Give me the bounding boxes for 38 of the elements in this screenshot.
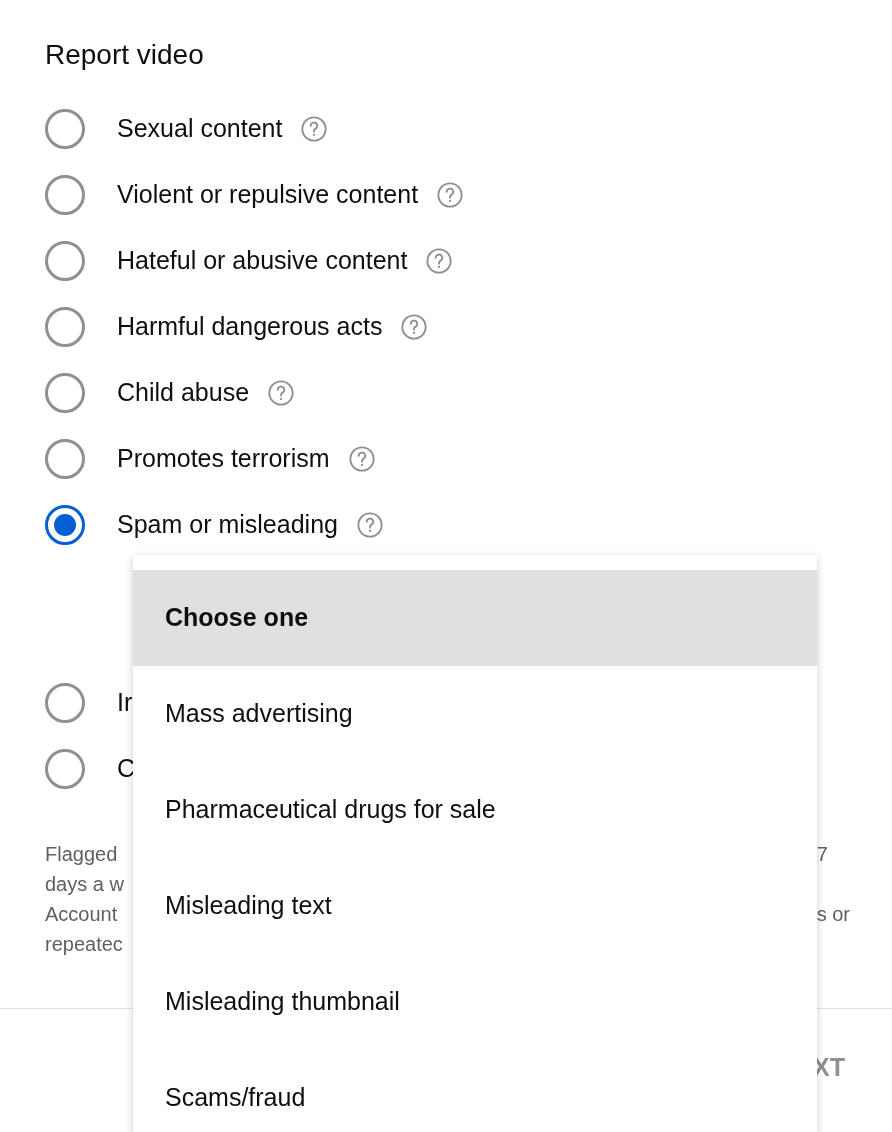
radio-button[interactable]: [45, 109, 85, 149]
reason-label[interactable]: C: [117, 750, 136, 788]
radio-button[interactable]: [45, 683, 85, 723]
radio-button[interactable]: [45, 373, 85, 413]
reason-label[interactable]: Harmful dangerous acts: [117, 308, 383, 346]
menu-item[interactable]: Misleading thumbnail: [133, 954, 817, 1050]
menu-item[interactable]: Pharmaceutical drugs for sale: [133, 762, 817, 858]
help-icon[interactable]: [355, 511, 384, 539]
notice-text: Account: [45, 902, 119, 927]
reason-label[interactable]: Child abuse: [117, 374, 250, 412]
menu-item[interactable]: Scams/fraud: [133, 1050, 817, 1132]
menu-item[interactable]: Misleading text: [133, 858, 817, 954]
radio-button[interactable]: [45, 175, 85, 215]
reason-label[interactable]: Ir: [117, 684, 133, 722]
notice-text: Flagged: [45, 842, 119, 867]
radio-button[interactable]: [45, 505, 85, 545]
dialog-title: Report video: [45, 38, 205, 72]
reason-label[interactable]: Violent or repulsive content: [117, 176, 419, 214]
help-icon[interactable]: [347, 445, 376, 473]
help-icon[interactable]: [436, 181, 465, 209]
notice-text: s or: [816, 902, 850, 927]
reason-label[interactable]: Spam or misleading: [117, 506, 338, 544]
notice-text: repeatec: [45, 932, 124, 957]
radio-button[interactable]: [45, 439, 85, 479]
radio-button[interactable]: [45, 749, 85, 789]
help-icon[interactable]: [267, 379, 296, 407]
menu-item[interactable]: Choose one: [133, 570, 817, 666]
menu-item[interactable]: Mass advertising: [133, 666, 817, 762]
help-icon[interactable]: [300, 115, 329, 143]
notice-text: 7: [816, 842, 829, 867]
reason-label[interactable]: Hateful or abusive content: [117, 242, 408, 280]
reason-label[interactable]: Promotes terrorism: [117, 440, 330, 478]
help-icon[interactable]: [400, 313, 429, 341]
help-icon[interactable]: [425, 247, 454, 275]
reason-label[interactable]: Sexual content: [117, 110, 283, 148]
notice-text: days a w: [45, 872, 124, 897]
radio-button[interactable]: [45, 241, 85, 281]
radio-button[interactable]: [45, 307, 85, 347]
